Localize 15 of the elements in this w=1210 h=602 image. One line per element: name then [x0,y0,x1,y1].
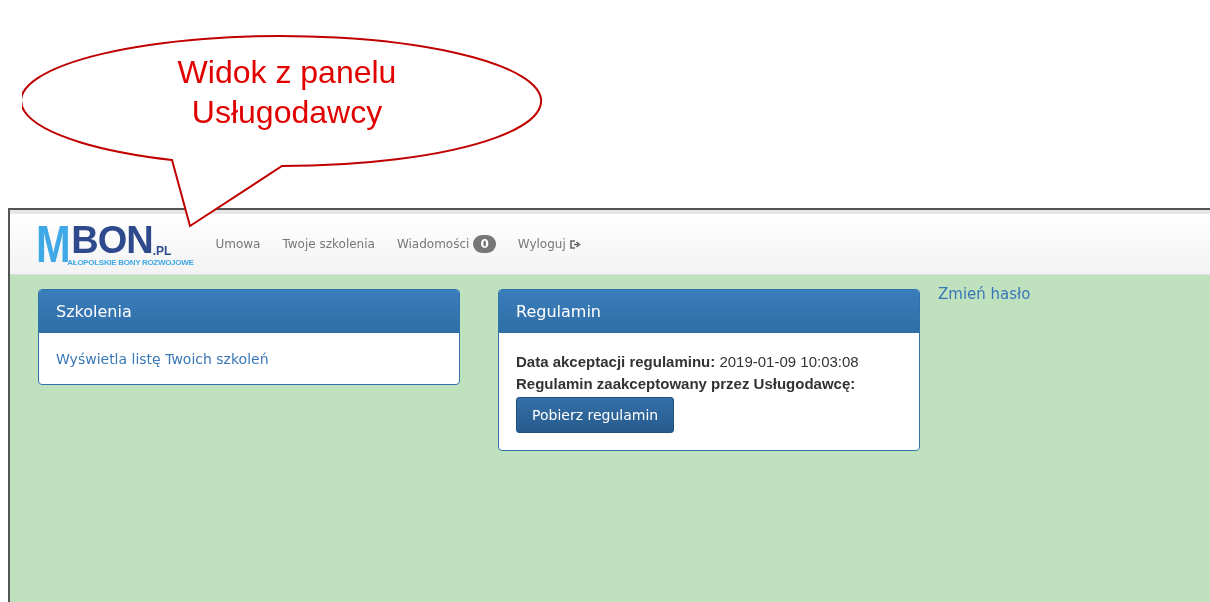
logout-icon [569,239,581,249]
panel-title: Regulamin [499,290,919,333]
callout-text: Widok z panelu [176,53,398,92]
message-count-badge: 0 [473,235,496,253]
info-line: Data akceptacji regulaminu: 2019-01-09 10:03:08 [516,352,860,372]
change-password-link[interactable]: Zmień hasło [938,285,1031,303]
panel-title: Szkolenia [39,290,459,333]
callout-text: Usługodawcy [190,93,384,132]
nav-link[interactable]: Wiadomości 0 [396,235,496,253]
nav-link[interactable]: Wyloguj [517,237,581,251]
nav-link[interactable]: Twoje szkolenia [282,237,375,251]
info-line: Regulamin zaakceptowany przez Usługodawcę: [516,374,857,394]
panel-link[interactable]: Wyświetla listę Twoich szkoleń [56,351,269,367]
download-button[interactable]: Pobierz regulamin [516,397,675,433]
nav-link[interactable]: Umowa [215,237,261,251]
